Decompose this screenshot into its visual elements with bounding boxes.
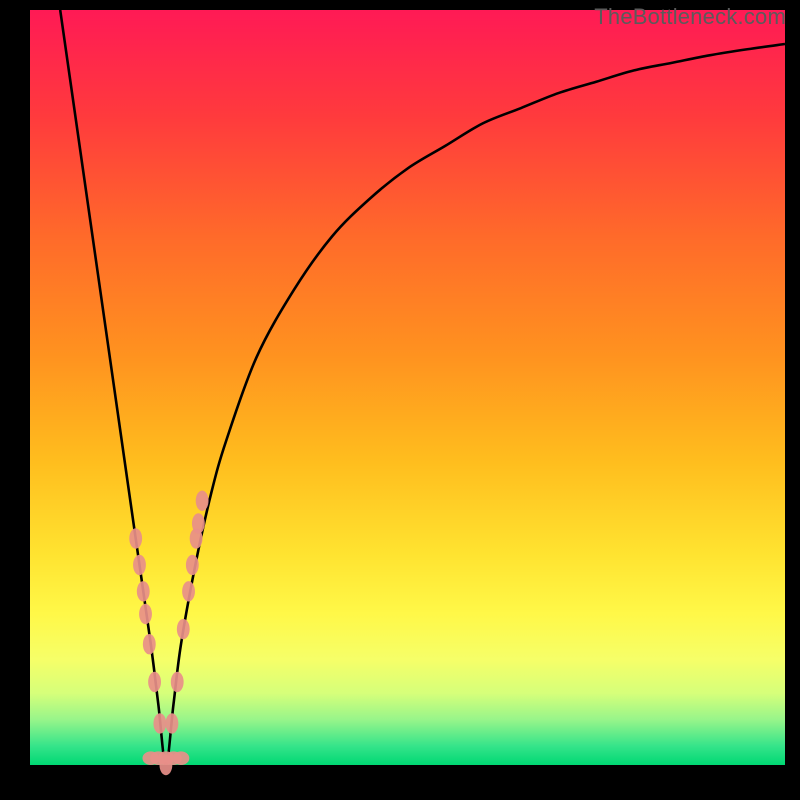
marker-point [137,581,150,601]
marker-point [139,604,152,624]
marker-point [186,555,199,575]
marker-point [166,713,179,733]
marker-point [192,513,205,533]
marker-point [182,581,195,601]
plot-area [30,10,785,765]
marker-point [159,755,172,775]
marker-point [171,672,184,692]
marker-point [177,619,190,639]
marker-point [129,528,142,548]
marker-point [153,713,166,733]
bottleneck-curve [60,10,785,765]
baseline-marker [173,751,190,765]
marker-point [133,555,146,575]
curve-layer [30,10,785,765]
chart-frame: TheBottleneck.com [0,0,800,800]
marker-point [143,634,156,654]
marker-point [148,672,161,692]
marker-point [196,491,209,511]
marker-group [129,491,208,776]
watermark-text: TheBottleneck.com [594,4,786,30]
